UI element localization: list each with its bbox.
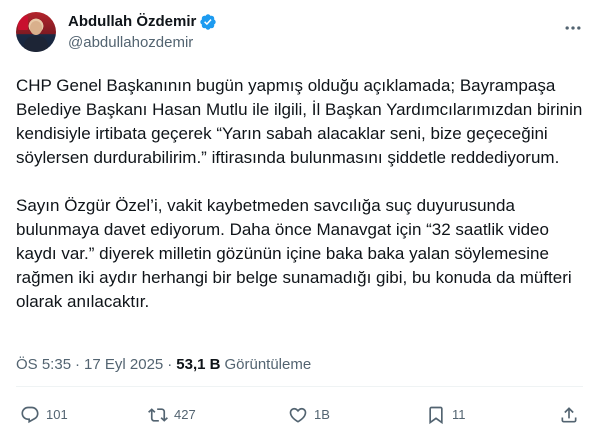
divider (16, 386, 583, 387)
like-count: 1B (314, 407, 330, 422)
tweet-paragraph: Sayın Özgür Özel’i, vakit kaybetmeden sa… (16, 196, 572, 311)
views-label: Görüntüleme (224, 356, 312, 373)
bookmark-icon (429, 406, 443, 425)
tweet-meta: ÖS 5:35 · 17 Eyl 2025 · 53,1 B Görüntüle… (16, 355, 311, 375)
author-names: Abdullah Özdemir @abdullahozdemir (68, 12, 217, 53)
author-avatar[interactable] (16, 12, 56, 52)
like-button[interactable]: 1B (288, 405, 330, 425)
verified-badge-icon[interactable] (199, 13, 217, 31)
repost-count: 427 (174, 407, 196, 422)
display-name-row: Abdullah Özdemir (68, 12, 217, 32)
meta-separator: · (167, 356, 173, 373)
reply-count: 101 (46, 407, 68, 422)
reply-icon (21, 406, 39, 424)
flag-graphic (18, 16, 28, 30)
bookmark-button[interactable]: 11 (426, 405, 466, 425)
repost-button[interactable]: 427 (148, 405, 196, 425)
more-options-icon[interactable] (563, 18, 583, 38)
reply-button[interactable]: 101 (20, 405, 68, 425)
tweet-text: CHP Genel Başkanının bugün yapmış olduğu… (16, 74, 583, 314)
tweet-time[interactable]: ÖS 5:35 (16, 355, 71, 375)
share-button[interactable] (559, 405, 579, 425)
share-icon (561, 407, 577, 423)
tweet-card: Abdullah Özdemir @abdullahozdemir CHP Ge… (0, 0, 599, 437)
avatar-suit (24, 36, 48, 52)
meta-separator: · (75, 356, 81, 373)
heart-icon (289, 407, 307, 423)
views-count: 53,1 B (176, 356, 221, 373)
repost-icon (148, 408, 168, 422)
bookmark-count: 11 (452, 407, 466, 422)
action-bar: 101 427 1B 11 (16, 399, 583, 431)
tweet-date[interactable]: 17 Eyl 2025 (84, 355, 163, 375)
tweet-paragraph: CHP Genel Başkanının bugün yapmış olduğu… (16, 76, 583, 167)
tweet-header: Abdullah Özdemir @abdullahozdemir (16, 8, 583, 64)
avatar-face (30, 21, 42, 35)
author-display-name[interactable]: Abdullah Özdemir (68, 12, 196, 32)
author-handle[interactable]: @abdullahozdemir (68, 33, 217, 53)
